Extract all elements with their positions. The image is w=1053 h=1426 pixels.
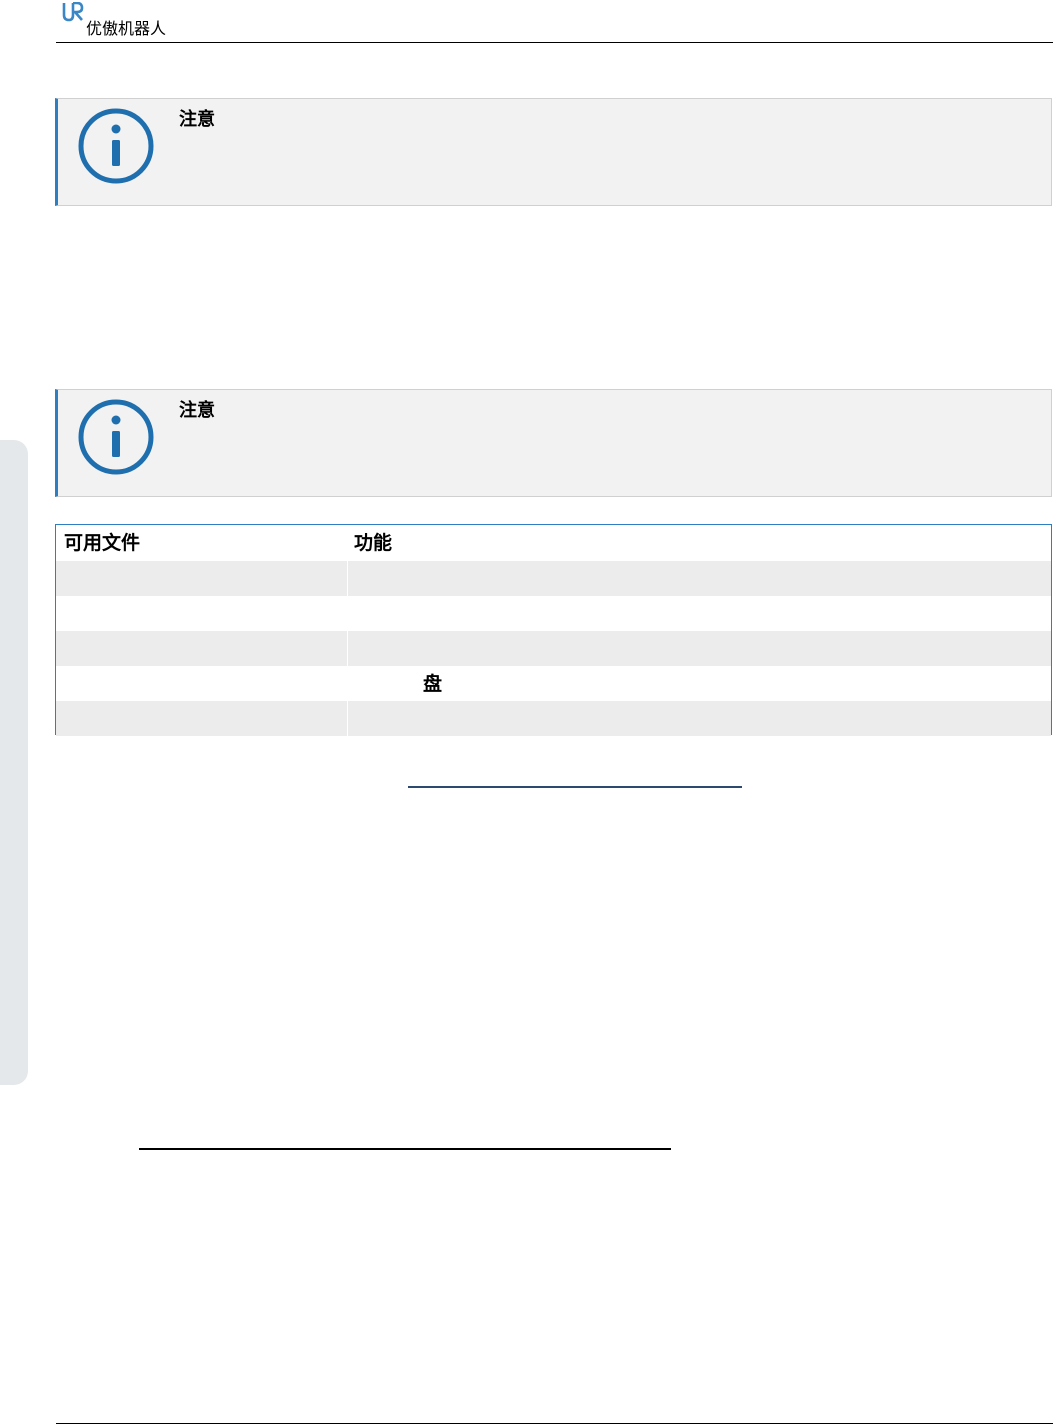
note-title: 注意: [179, 400, 215, 421]
link-underline[interactable]: [139, 1148, 671, 1150]
table-row: [56, 631, 1051, 666]
column-header-function: 功能: [354, 532, 393, 554]
table-header-row: 可用文件 功能: [56, 525, 1051, 561]
table-row: [56, 701, 1051, 736]
note-box: 注意: [55, 389, 1052, 497]
table-cell: 盘: [423, 673, 443, 695]
note-title: 注意: [179, 109, 215, 130]
note-box: 注意: [55, 98, 1052, 206]
table-row: [56, 561, 1051, 596]
available-files-table: 可用文件 功能 盘: [55, 524, 1052, 736]
footer-divider: [56, 1423, 1053, 1424]
table-row: [56, 596, 1051, 631]
column-header-available-files: 可用文件: [64, 532, 141, 554]
link-underline[interactable]: [408, 786, 742, 788]
brand-name: 优傲机器人: [86, 19, 167, 38]
info-icon: [78, 108, 154, 184]
ur-logo-icon: [62, 2, 84, 22]
side-tab-marker: [0, 440, 28, 1085]
header-divider: [56, 42, 1053, 43]
table-row: 盘: [56, 666, 1051, 701]
info-icon: [78, 399, 154, 475]
